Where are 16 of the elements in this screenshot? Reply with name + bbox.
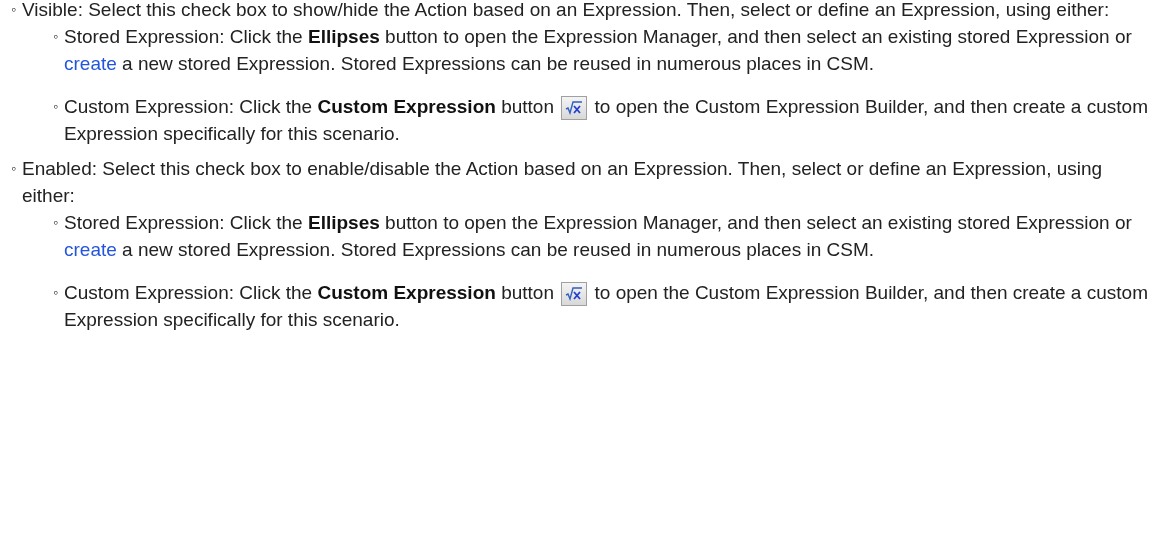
square-root-x-icon[interactable] [561,282,588,306]
square-root-x-icon[interactable] [561,96,588,120]
list-item-text: Custom Expression: Click the Custom Expression button to open the Custom Expression Builder, and then create a custom Expression specifically for this scenario. [64,95,1149,146]
list-item-text: Custom Expression: Click the Custom Expression button to open the Custom Expression Builder, and then create a custom Expression specifically for this scenario. [64,281,1149,332]
bullet: ◦ [52,283,58,302]
list-item-text: Visible: Select this check box to show/hide the Action based on an Expression. Then, select or define an Expression, using either: [22,0,1111,22]
create-link[interactable]: create [64,53,117,74]
list-item-text: Enabled: Select this check box to enable/disable the Action based on an Expression. Then, select or define an Expression, using either: [22,157,1104,208]
list-item-text: Stored Expression: Click the Ellipses button to open the Expression Manager, and then select an existing stored Expression or create a new stored Expression. Stored Expressions can be reused in numerous places in CSM. [64,25,1133,76]
bullet: ◦ [52,213,58,232]
create-link[interactable]: create [64,239,117,260]
bullet: ◦ [10,0,16,19]
list-item-text: Stored Expression: Click the Ellipses button to open the Expression Manager, and then select an existing stored Expression or create a new stored Expression. Stored Expressions can be reused in numerous places in CSM. [64,211,1133,262]
bullet: ◦ [52,27,58,46]
bullet: ◦ [10,159,16,178]
bullet: ◦ [52,97,58,116]
